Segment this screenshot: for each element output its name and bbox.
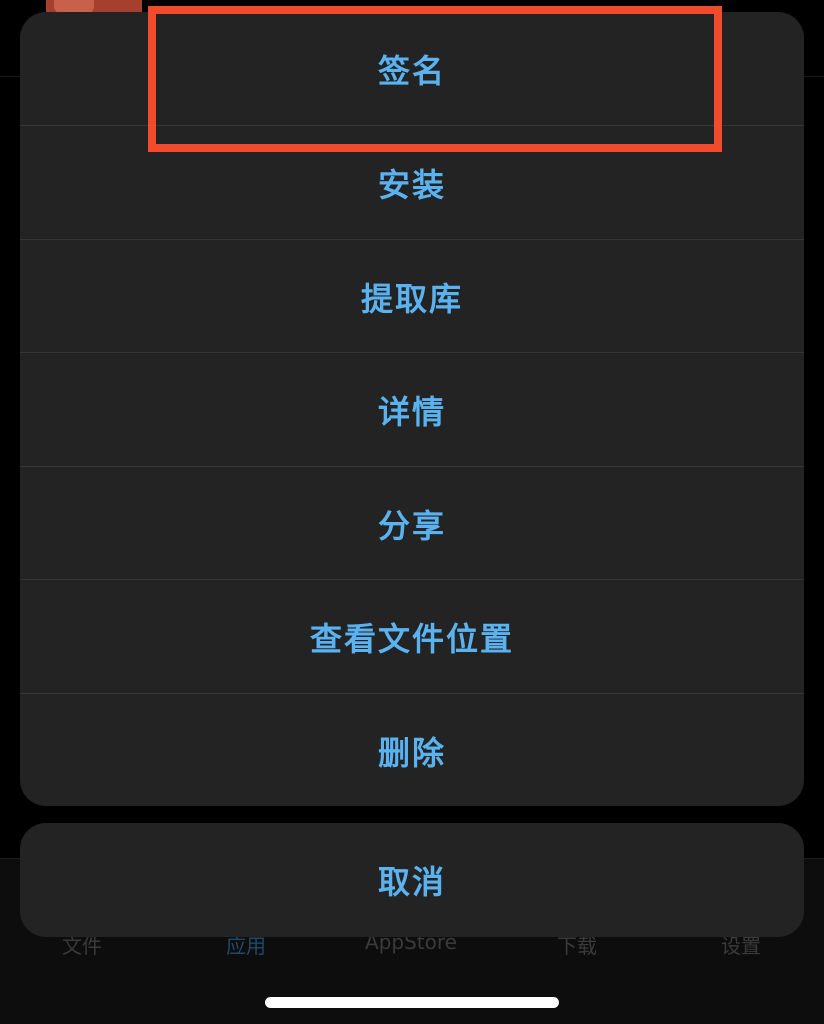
sign-button[interactable]: 签名 <box>20 12 804 125</box>
install-button[interactable]: 安装 <box>20 126 804 239</box>
screen: 文件 应用 AppStore 下载 设置 签名 安装 提取库 详情 分享 查看文… <box>0 0 824 1024</box>
home-indicator <box>265 997 559 1008</box>
details-button[interactable]: 详情 <box>20 353 804 466</box>
share-button[interactable]: 分享 <box>20 467 804 580</box>
action-sheet: 签名 安装 提取库 详情 分享 查看文件位置 删除 <box>20 12 804 806</box>
delete-button[interactable]: 删除 <box>20 694 804 806</box>
cancel-button[interactable]: 取消 <box>20 823 804 937</box>
extract-library-button[interactable]: 提取库 <box>20 240 804 353</box>
view-file-location-button[interactable]: 查看文件位置 <box>20 580 804 693</box>
